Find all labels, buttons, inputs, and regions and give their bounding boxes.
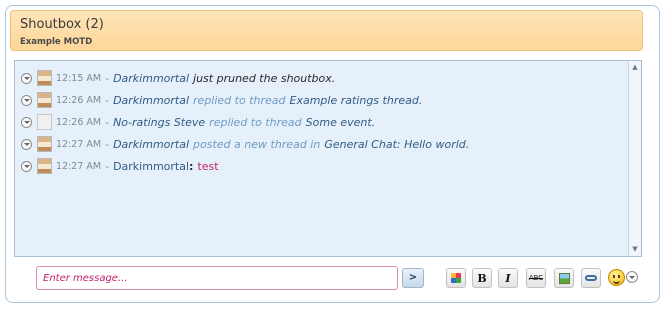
message-time: 12:15 AM — [56, 72, 102, 84]
chevron-down-icon[interactable] — [626, 271, 638, 283]
message-row: 12:26 AM - Darkimmortal replied to threa… — [21, 90, 422, 110]
chevron-down-icon[interactable] — [21, 116, 32, 128]
message-row: 12:26 AM - No-ratings Steve replied to t… — [21, 112, 375, 132]
motd-text: Example MOTD — [20, 37, 93, 47]
message-row: 12:15 AM - Darkimmortal just pruned the … — [21, 68, 335, 88]
chevron-down-icon[interactable] — [21, 138, 32, 150]
avatar — [37, 92, 52, 108]
color-picker-button[interactable] — [446, 268, 466, 288]
shoutbox-header: Shoutbox (2) Example MOTD — [10, 10, 643, 51]
vertical-scrollbar[interactable]: ▲ ▼ — [628, 61, 641, 256]
separator: - — [105, 137, 110, 151]
insert-link-button[interactable] — [581, 268, 601, 288]
avatar — [37, 114, 52, 130]
colon-separator: : — [189, 159, 194, 173]
activity-action: replied to thread — [209, 115, 302, 129]
link-icon — [585, 275, 597, 281]
username-link[interactable]: Darkimmortal — [113, 94, 189, 107]
message-time: 12:27 AM — [56, 160, 102, 172]
color-grid-icon — [451, 273, 461, 283]
smiley-icon[interactable] — [608, 269, 625, 286]
separator: - — [105, 93, 110, 107]
username-link[interactable]: Darkimmortal — [113, 138, 189, 151]
message-row: 12:27 AM - Darkimmortal posted a new thr… — [21, 134, 469, 154]
strikethrough-button[interactable]: ABC — [526, 268, 546, 288]
separator: - — [105, 159, 110, 173]
chat-message-text: test — [197, 159, 219, 173]
scroll-down-icon[interactable]: ▼ — [629, 243, 641, 256]
chevron-down-icon[interactable] — [21, 160, 32, 172]
username-link[interactable]: Darkimmortal — [113, 160, 189, 173]
message-input[interactable] — [36, 266, 398, 290]
avatar — [37, 158, 52, 174]
thread-link[interactable]: Example ratings thread. — [290, 94, 423, 107]
scroll-up-icon[interactable]: ▲ — [629, 61, 641, 74]
chevron-down-icon[interactable] — [21, 94, 32, 106]
message-row: 12:27 AM - Darkimmortal : test — [21, 156, 219, 176]
message-time: 12:26 AM — [56, 94, 102, 106]
username-link[interactable]: No-ratings Steve — [113, 116, 205, 129]
username-link[interactable]: Darkimmortal — [113, 72, 189, 85]
activity-action: replied to thread — [193, 93, 286, 107]
shoutbox-title: Shoutbox (2) — [20, 17, 104, 32]
message-time: 12:26 AM — [56, 116, 102, 128]
chevron-down-icon[interactable] — [21, 72, 32, 84]
insert-image-button[interactable] — [554, 268, 574, 288]
message-text: just pruned the shoutbox. — [193, 71, 336, 85]
avatar — [37, 70, 52, 86]
thread-link[interactable]: General Chat: Hello world. — [324, 138, 469, 151]
avatar — [37, 136, 52, 152]
bold-button[interactable]: B — [472, 268, 492, 288]
italic-button[interactable]: I — [498, 268, 518, 288]
message-time: 12:27 AM — [56, 138, 102, 150]
message-list[interactable]: 12:15 AM - Darkimmortal just pruned the … — [14, 60, 642, 257]
send-button[interactable]: > — [402, 268, 424, 288]
separator: - — [105, 115, 110, 129]
activity-action: posted a new thread in — [193, 137, 321, 151]
thread-link[interactable]: Some event. — [306, 116, 376, 129]
separator: - — [105, 71, 110, 85]
image-icon — [558, 272, 570, 284]
